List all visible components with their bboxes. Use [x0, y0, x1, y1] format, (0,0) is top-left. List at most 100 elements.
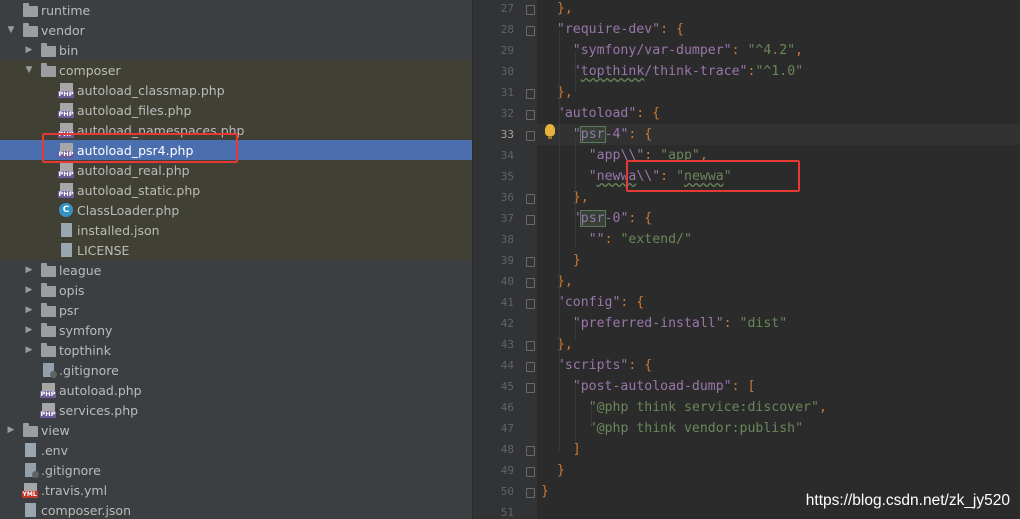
- tree-item[interactable]: ▶ opis: [0, 280, 472, 300]
- code-line[interactable]: "config": {: [557, 292, 644, 313]
- code-line[interactable]: "psr-4": {: [573, 124, 652, 145]
- tree-item[interactable]: ▼ composer: [0, 60, 472, 80]
- indent-guide: [574, 320, 576, 340]
- indent-guide: [558, 31, 560, 451]
- code-token: "post-autoload-dump": [572, 379, 732, 394]
- fold-marker-icon[interactable]: [526, 446, 535, 456]
- fold-marker-icon[interactable]: [526, 5, 535, 15]
- line-number: 39: [500, 254, 514, 267]
- folder-icon: [40, 262, 56, 278]
- tree-item[interactable]: ▶ league: [0, 260, 472, 280]
- code-line[interactable]: "require-dev": {: [557, 19, 684, 40]
- indent-guide: [574, 383, 576, 443]
- code-line[interactable]: "post-autoload-dump": [: [573, 376, 756, 397]
- tree-item[interactable]: .env: [0, 440, 472, 460]
- fold-marker-icon[interactable]: [526, 278, 535, 288]
- tree-item[interactable]: .gitignore: [0, 360, 472, 380]
- fold-marker-icon[interactable]: [526, 362, 535, 372]
- code-line[interactable]: "@php think service:discover",: [589, 397, 827, 418]
- code-line[interactable]: "symfony/var-dumper": "^4.2",: [573, 40, 803, 61]
- expand-arrow-icon[interactable]: ▼: [22, 65, 36, 75]
- code-token: "dist": [739, 316, 788, 331]
- tree-item[interactable]: installed.json: [0, 220, 472, 240]
- collapse-arrow-icon[interactable]: ▶: [22, 285, 36, 295]
- folder-icon: [40, 342, 56, 358]
- code-token: psr: [579, 210, 606, 227]
- tree-item[interactable]: composer.json: [0, 500, 472, 519]
- code-token: ]: [572, 442, 581, 457]
- tree-item[interactable]: ▶ topthink: [0, 340, 472, 360]
- code-token: : {: [628, 211, 653, 226]
- fold-marker-icon[interactable]: [526, 299, 535, 309]
- code-token: "^4.2": [747, 43, 796, 58]
- annotation-box-psr4-file: [42, 133, 238, 163]
- code-token: -0": [604, 211, 629, 226]
- fold-marker-icon[interactable]: [526, 257, 535, 267]
- tree-item[interactable]: runtime: [0, 0, 472, 20]
- tree-item[interactable]: ▶ psr: [0, 300, 472, 320]
- fold-marker-icon[interactable]: [526, 341, 535, 351]
- tree-item-label: runtime: [41, 2, 91, 18]
- fold-marker-icon[interactable]: [526, 488, 535, 498]
- line-number: 37: [500, 212, 514, 225]
- tree-item[interactable]: ▶ bin: [0, 40, 472, 60]
- code-line[interactable]: "psr-0": {: [573, 208, 652, 229]
- fold-marker-icon[interactable]: [526, 467, 535, 477]
- fold-marker-icon[interactable]: [526, 110, 535, 120]
- text-file-icon: [58, 242, 74, 258]
- tree-item-label: services.php: [59, 402, 139, 418]
- collapse-arrow-icon[interactable]: ▶: [22, 45, 36, 55]
- tree-item[interactable]: PHP services.php: [0, 400, 472, 420]
- code-line[interactable]: "@php think vendor:publish": [589, 418, 803, 439]
- expand-arrow-icon[interactable]: ▼: [4, 25, 18, 35]
- code-line[interactable]: }: [557, 460, 565, 481]
- code-line[interactable]: "preferred-install": "dist": [573, 313, 787, 334]
- code-line[interactable]: }: [573, 250, 581, 271]
- code-token: topthink: [580, 64, 645, 79]
- tree-item[interactable]: ▼ vendor: [0, 20, 472, 40]
- code-line[interactable]: }: [541, 481, 549, 502]
- code-line[interactable]: "topthink/think-trace":"^1.0": [573, 61, 803, 82]
- collapse-arrow-icon[interactable]: ▶: [22, 265, 36, 275]
- code-editor[interactable]: }, "require-dev": {"symfony/var-dumper": …: [537, 0, 1020, 519]
- tree-item[interactable]: PHP autoload_classmap.php: [0, 80, 472, 100]
- tree-item[interactable]: ▶ symfony: [0, 320, 472, 340]
- tree-item[interactable]: PHP autoload.php: [0, 380, 472, 400]
- code-line[interactable]: },: [557, 0, 573, 19]
- tree-item[interactable]: PHP autoload_files.php: [0, 100, 472, 120]
- fold-marker-icon[interactable]: [526, 383, 535, 393]
- php-file-icon: PHP: [39, 402, 57, 418]
- tree-item-label: bin: [59, 42, 79, 58]
- tree-item[interactable]: LICENSE: [0, 240, 472, 260]
- fold-marker-icon[interactable]: [526, 131, 535, 141]
- line-number: 30: [500, 65, 514, 78]
- line-number: 46: [500, 401, 514, 414]
- indent-guide: [574, 136, 576, 248]
- collapse-arrow-icon[interactable]: ▶: [22, 305, 36, 315]
- tree-item[interactable]: C ClassLoader.php: [0, 200, 472, 220]
- tree-item[interactable]: .gitignore: [0, 460, 472, 480]
- line-number: 41: [500, 296, 514, 309]
- fold-marker-icon[interactable]: [526, 194, 535, 204]
- code-line[interactable]: "scripts": {: [557, 355, 652, 376]
- line-number: 27: [500, 2, 514, 15]
- line-number: 40: [500, 275, 514, 288]
- folder-icon: [40, 322, 56, 338]
- code-line[interactable]: "": "extend/": [589, 229, 692, 250]
- fold-marker-icon[interactable]: [526, 26, 535, 36]
- tree-item[interactable]: PHP autoload_static.php: [0, 180, 472, 200]
- tree-item[interactable]: PHP autoload_real.php: [0, 160, 472, 180]
- intention-bulb-icon[interactable]: [545, 124, 555, 139]
- fold-marker-icon[interactable]: [526, 89, 535, 99]
- collapse-arrow-icon[interactable]: ▶: [22, 345, 36, 355]
- code-token: }: [541, 484, 549, 499]
- code-line[interactable]: "autoload": {: [557, 103, 660, 124]
- code-token: :: [731, 43, 748, 58]
- tree-item-label: symfony: [59, 322, 113, 338]
- yml-file-icon: YML: [21, 482, 38, 498]
- tree-item[interactable]: ▶ view: [0, 420, 472, 440]
- collapse-arrow-icon[interactable]: ▶: [22, 325, 36, 335]
- tree-item[interactable]: YML .travis.yml: [0, 480, 472, 500]
- fold-marker-icon[interactable]: [526, 215, 535, 225]
- collapse-arrow-icon[interactable]: ▶: [4, 425, 18, 435]
